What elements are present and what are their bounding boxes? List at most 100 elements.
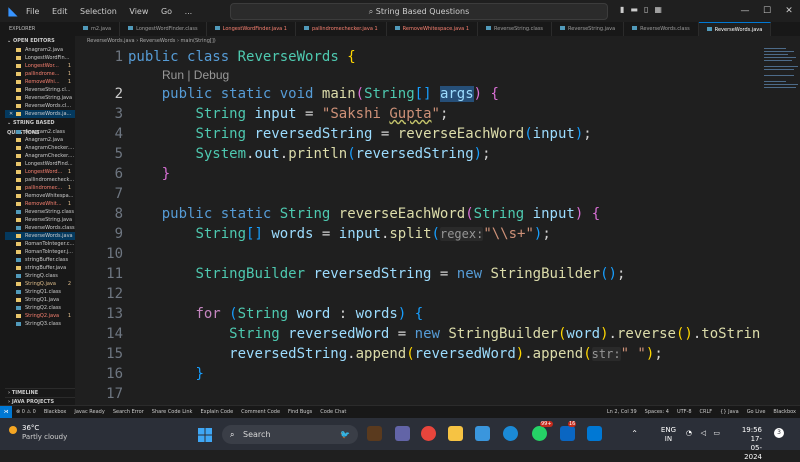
file-item[interactable]: StringQ2.java 1 (5, 312, 75, 320)
editor-tab[interactable]: ReverseWords.java (698, 22, 772, 36)
ms-store-icon[interactable] (475, 426, 490, 441)
file-item[interactable]: ReverseString.java (5, 216, 75, 224)
file-item[interactable]: LongestWord... 1 (5, 168, 75, 176)
code-line-14: String reversedWord = new StringBuilder(… (229, 326, 760, 342)
file-item[interactable]: StringQ3.class (5, 320, 75, 328)
minimize-icon[interactable]: — (734, 6, 756, 16)
run-debug-codelens[interactable]: Run | Debug (162, 67, 229, 83)
editor-tab[interactable]: ReverseString.java (552, 22, 625, 36)
menu-more[interactable]: ... (185, 7, 193, 16)
menu-selection[interactable]: Selection (80, 7, 117, 16)
chrome-icon[interactable] (421, 426, 436, 441)
editor-tab[interactable]: m2.java (75, 22, 121, 36)
problem-count-badge: 1 (67, 71, 71, 77)
file-item[interactable]: StringQ.class (5, 272, 75, 280)
file-name: RemoveWhitespa... (25, 193, 74, 199)
file-item[interactable]: RomanToInteger.j... (5, 248, 75, 256)
file-item[interactable]: Anagram2.java (5, 136, 75, 144)
file-item[interactable]: ReverseWords.java (5, 232, 75, 240)
java-projects-section[interactable]: › JAVA PROJECTS (5, 397, 75, 405)
explorer-app-icon[interactable] (367, 426, 382, 441)
file-item[interactable]: RemoveWhi... 1 (5, 78, 75, 86)
language-indicator[interactable]: ENG IN (661, 426, 676, 444)
editor-tab[interactable]: ReverseWords.class (624, 22, 699, 36)
close-icon[interactable]: ✕ (778, 6, 800, 16)
notification-badge[interactable]: 3 (774, 428, 784, 438)
file-item[interactable]: LongestWordFin... (5, 54, 75, 62)
file-name: stringBuffer.class (25, 257, 69, 263)
file-explorer-icon[interactable] (448, 426, 463, 441)
breadcrumb[interactable]: ReverseWords.java › ReverseWords › main(… (75, 36, 800, 46)
file-item[interactable]: StringQ.java 2 (5, 280, 75, 288)
minimap[interactable] (760, 46, 800, 405)
editor-tab[interactable]: LongestWordFinder.java 1 (207, 22, 296, 36)
menu-view[interactable]: View (129, 7, 148, 16)
tray-overflow-icon[interactable]: ⌃ (631, 429, 638, 438)
maximize-icon[interactable]: ☐ (756, 6, 778, 16)
file-item[interactable]: stringBuffer.class (5, 256, 75, 264)
toggle-panel-icon[interactable]: ▬ (630, 5, 638, 14)
bird-widget-icon: 🐦 (340, 430, 350, 439)
toggle-sidebar-icon[interactable]: ▮ (620, 5, 624, 14)
teams-meet-icon[interactable] (395, 426, 410, 441)
file-item[interactable]: stringBuffer.java (5, 264, 75, 272)
weather-widget[interactable]: 36°C Partly cloudy (9, 424, 67, 441)
linkedin-icon[interactable]: 16 (560, 421, 577, 441)
file-item[interactable]: StringQ2.class (5, 304, 75, 312)
command-center-search[interactable]: ⌕ String Based Questions (230, 3, 608, 20)
file-item[interactable]: AnagramChecker.... (5, 152, 75, 160)
editor-tab[interactable]: pallindromechecker.java 1 (296, 22, 387, 36)
file-item[interactable]: StringQ1.class (5, 288, 75, 296)
file-item[interactable]: RemoveWhitespa... (5, 192, 75, 200)
file-item[interactable]: pallindromec... 1 (5, 184, 75, 192)
file-name: StringQ.class (25, 273, 58, 279)
file-item[interactable]: ReverseString.cl... (5, 86, 75, 94)
file-item[interactable]: ReverseWords.class (5, 224, 75, 232)
file-item[interactable]: LongestWordFind... (5, 160, 75, 168)
file-item[interactable]: pallindromecheck... (5, 176, 75, 184)
editor-tab[interactable]: LongestWordFinder.class (120, 22, 207, 36)
menu-go[interactable]: Go (161, 7, 172, 16)
file-item[interactable]: StringQ1.java (5, 296, 75, 304)
windows-start-icon[interactable] (198, 427, 213, 442)
file-item[interactable]: RemoveWhit... 1 (5, 200, 75, 208)
file-name: ReverseWords.ja... (25, 111, 72, 117)
wifi-icon[interactable]: ◔ (686, 429, 692, 437)
file-item[interactable]: AnagramChecker.... (5, 144, 75, 152)
battery-icon[interactable]: ▭ (713, 429, 720, 437)
editor-tab[interactable]: ReverseString.class (478, 22, 553, 36)
tab-file-icon (706, 27, 712, 31)
file-item[interactable]: pallindrome... 1 (5, 70, 75, 78)
edge-icon[interactable] (503, 426, 518, 441)
file-item[interactable]: Anagram2.class (5, 128, 75, 136)
toggle-secondary-sidebar-icon[interactable]: ▯ (644, 5, 648, 14)
menu-bar: File Edit Selection View Go ... (26, 7, 202, 16)
close-editor-icon[interactable]: ✕ (9, 110, 13, 118)
file-item[interactable]: ReverseString.class (5, 208, 75, 216)
class-file-icon (16, 274, 21, 278)
file-name: RomanToInteger.j... (25, 249, 73, 255)
customize-layout-icon[interactable]: ▦ (654, 5, 662, 14)
file-name: Anagram2.class (25, 129, 65, 135)
menu-edit[interactable]: Edit (52, 7, 68, 16)
taskbar-search[interactable]: ⌕ Search 🐦 (222, 425, 358, 444)
file-item[interactable]: ReverseWords.cl... (5, 102, 75, 110)
code-line-9: String[] words = input.split(regex:"\\s+… (195, 226, 551, 242)
file-item[interactable]: RomanToInteger.c... (5, 240, 75, 248)
editor-tab[interactable]: RemoveWhitespace.java 1 (387, 22, 479, 36)
menu-file[interactable]: File (26, 7, 39, 16)
file-item[interactable]: ✕ ReverseWords.ja... (5, 110, 75, 118)
code-editor[interactable]: 1 2 3 4 5 6 7 8 9 10 11 12 13 14 15 16 17 Run | Debug pu… (75, 46, 760, 405)
whatsapp-icon[interactable]: 99+ (532, 421, 553, 441)
java-file-icon (16, 88, 21, 92)
file-item[interactable]: Anagram2.java (5, 46, 75, 54)
open-editors-header[interactable]: ⌄ OPEN EDITORS (5, 36, 75, 46)
folder-header[interactable]: ⌄ STRING BASED QUESTIONS (5, 118, 75, 136)
volume-icon[interactable]: ◁ (701, 429, 706, 437)
vscode-taskbar-icon[interactable] (587, 426, 602, 441)
file-item[interactable]: LongestWor... 1 (5, 62, 75, 70)
file-item[interactable]: ReverseString.java (5, 94, 75, 102)
code-line-5: System.out.println(reversedString); (195, 146, 491, 162)
clock[interactable]: 19:56 17-05-2024 (742, 426, 762, 462)
file-name: RemoveWhi... (25, 79, 60, 85)
